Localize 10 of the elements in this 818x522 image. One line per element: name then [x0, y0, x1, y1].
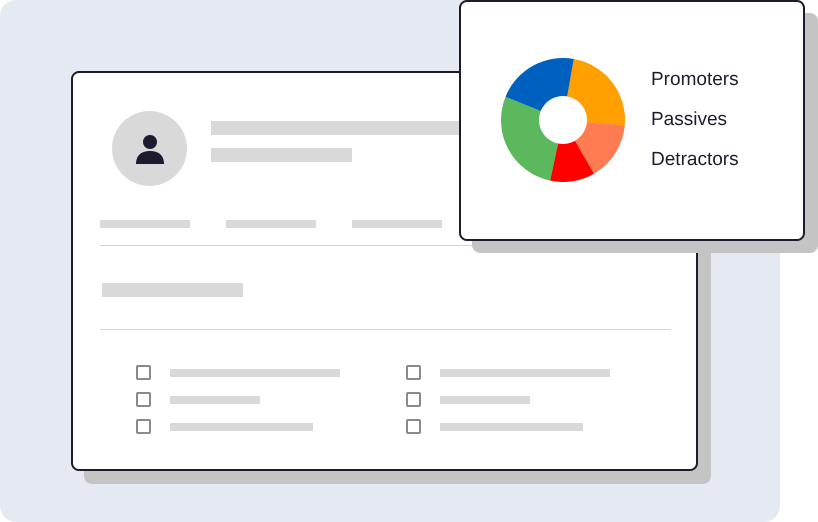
- legend-label: Promoters: [651, 68, 739, 92]
- checkbox[interactable]: [406, 365, 421, 380]
- checkbox[interactable]: [136, 392, 151, 407]
- legend-label: Passives: [651, 108, 728, 132]
- checkbox[interactable]: [136, 365, 151, 380]
- person-icon: [134, 132, 166, 164]
- checkbox[interactable]: [136, 419, 151, 434]
- checkbox[interactable]: [406, 392, 421, 407]
- legend-label: Detractors: [651, 148, 739, 172]
- checkbox[interactable]: [406, 419, 421, 434]
